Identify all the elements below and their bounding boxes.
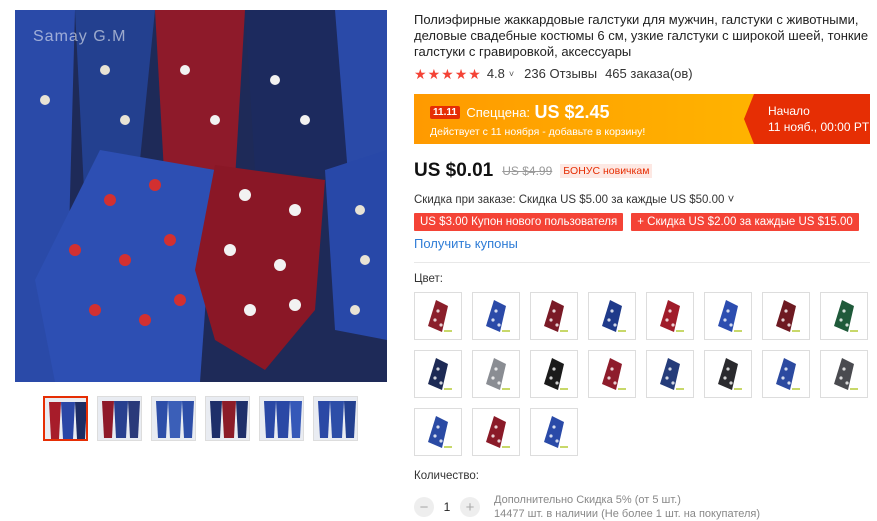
color-swatch-6[interactable] [704, 292, 752, 340]
color-swatch-1[interactable] [414, 292, 462, 340]
thumbnail-5[interactable] [259, 396, 304, 441]
orders-count: 465 заказа(ов) [605, 66, 693, 81]
quantity-stepper: − 1 + Дополнительно Скидка 5% (от 5 шт.)… [414, 493, 760, 521]
star-icon: ★ [441, 65, 454, 82]
promo-start-time: 11 нояб., 00:00 PT [768, 120, 870, 134]
color-swatch-12[interactable] [588, 350, 636, 398]
quantity-minus-button[interactable]: − [414, 497, 434, 517]
tie-photo [15, 10, 387, 382]
promo-label: Спеццена: [466, 105, 531, 120]
quantity-label: Количество: [414, 470, 479, 482]
star-icon: ★ [414, 65, 427, 82]
coupon-new-user[interactable]: US $3.00 Купон нового пользователя [414, 213, 624, 231]
rating-value: 4.8 [486, 66, 505, 81]
color-swatch-8[interactable] [820, 292, 868, 340]
promo-start-label: Начало [768, 104, 810, 118]
thumbnail-4[interactable] [205, 396, 250, 441]
coupon-discount[interactable]: + Скидка US $2.00 за каждые US $15.00 [631, 213, 859, 231]
thumbnail-strip [43, 396, 358, 441]
thumbnail-2[interactable] [97, 396, 142, 441]
rating-row: ★ ★ ★ ★ ★ 4.8 ˅ 236 Отзывы 465 заказа(ов… [414, 66, 693, 81]
color-swatch-3[interactable] [530, 292, 578, 340]
promo-price-block: 11.11 Спеццена: US $2.45 Действует с 11 … [414, 94, 754, 144]
color-swatch-7[interactable] [762, 292, 810, 340]
quantity-input[interactable]: 1 [434, 500, 460, 514]
quantity-plus-button[interactable]: + [460, 497, 480, 517]
order-discount-dropdown[interactable]: Скидка при заказе: Скидка US $5.00 за ка… [414, 194, 734, 206]
thumbnail-3[interactable] [151, 396, 196, 441]
promo-start-block: Начало 11 нояб., 00:00 PT [744, 94, 870, 144]
rating-stars[interactable]: ★ ★ ★ ★ ★ [414, 67, 481, 81]
color-swatch-13[interactable] [646, 350, 694, 398]
color-swatch-14[interactable] [704, 350, 752, 398]
color-swatch-17[interactable] [414, 408, 462, 456]
promo-price: US $2.45 [534, 102, 610, 122]
bonus-badge: БОНУС новичкам [560, 164, 653, 178]
color-swatch-18[interactable] [472, 408, 520, 456]
quantity-info: Дополнительно Скидка 5% (от 5 шт.) 14477… [494, 493, 760, 521]
color-swatch-4[interactable] [588, 292, 636, 340]
bulk-discount-text: Дополнительно Скидка 5% (от 5 шт.) [494, 494, 681, 506]
product-title: Полиэфирные жаккардовые галстуки для муж… [414, 12, 869, 59]
price-row: US $0.01 US $4.99 БОНУС новичкам [414, 160, 653, 182]
current-price: US $0.01 [414, 160, 494, 181]
sale-badge: 11.11 [430, 106, 460, 119]
reviews-link[interactable]: 236 Отзывы [524, 66, 597, 81]
color-swatch-2[interactable] [472, 292, 520, 340]
color-swatch-5[interactable] [646, 292, 694, 340]
watermark-text: Samay G.M [33, 28, 127, 45]
color-swatch-9[interactable] [414, 350, 462, 398]
color-swatch-16[interactable] [820, 350, 868, 398]
star-icon: ★ [427, 65, 441, 82]
promo-subtitle: Действует с 11 ноября - добавьте в корзи… [430, 126, 646, 138]
old-price: US $4.99 [502, 164, 553, 178]
star-icon: ★ [454, 65, 468, 82]
thumbnail-1[interactable] [43, 396, 88, 441]
color-swatch-10[interactable] [472, 350, 520, 398]
color-swatch-19[interactable] [530, 408, 578, 456]
chevron-down-icon[interactable]: ˅ [509, 69, 514, 79]
star-icon: ★ [468, 65, 481, 82]
stock-text: 14477 шт. в наличии (Не более 1 шт. на п… [494, 508, 761, 520]
get-coupons-link[interactable]: Получить купоны [414, 236, 518, 251]
color-label: Цвет: [414, 273, 443, 285]
coupon-list: US $3.00 Купон нового пользователя + Ски… [414, 213, 859, 231]
color-swatches [414, 292, 874, 456]
promo-banner: 11.11 Спеццена: US $2.45 Действует с 11 … [414, 94, 870, 144]
thumbnail-6[interactable] [313, 396, 358, 441]
main-product-image[interactable]: Samay G.M [15, 10, 387, 382]
color-swatch-11[interactable] [530, 350, 578, 398]
color-swatch-15[interactable] [762, 350, 810, 398]
divider [414, 262, 870, 263]
